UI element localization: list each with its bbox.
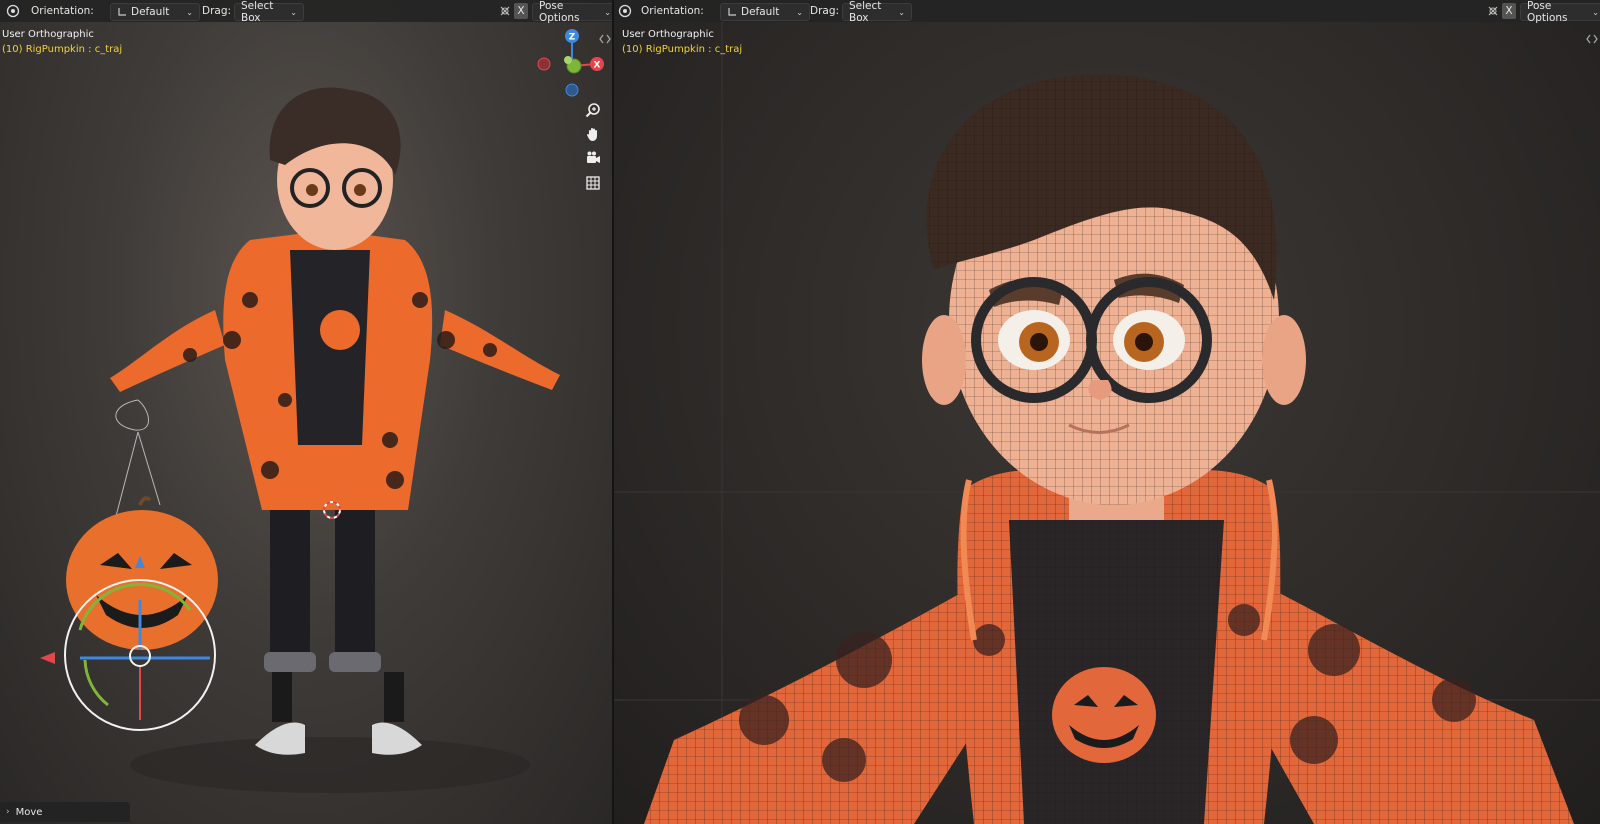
view-name-label: User Orthographic <box>2 29 94 40</box>
orientation-axes-icon <box>728 8 736 16</box>
drag-label: Drag: <box>810 5 840 17</box>
chevron-down-icon: ⌄ <box>898 7 905 17</box>
editor-type-icon[interactable] <box>618 3 632 19</box>
chevron-down-icon: ⌄ <box>290 7 297 17</box>
navigation-gizmo[interactable]: Z X <box>530 26 610 102</box>
drag-value: Select Box <box>849 0 882 24</box>
right-3d-viewport[interactable]: Orientation: Default ⌄ Drag: Select Box … <box>614 0 1600 824</box>
pose-options-dropdown[interactable]: Pose Options ⌄ <box>532 0 612 24</box>
drag-label: Drag: <box>202 5 232 17</box>
snap-icon[interactable] <box>1486 3 1500 19</box>
editor-type-icon[interactable] <box>6 3 20 19</box>
x-mirror-button[interactable]: X <box>514 3 528 19</box>
chevron-down-icon: ⌄ <box>1592 7 1599 17</box>
camera-view-icon[interactable] <box>583 148 603 168</box>
character-render-wireframe-closeup <box>614 0 1600 824</box>
pose-options-dropdown[interactable]: Pose Options ⌄ <box>1520 0 1600 24</box>
character-render-full-body <box>40 87 560 793</box>
viewport-header: Orientation: Default ⌄ Drag: Select Box … <box>614 0 1600 24</box>
drag-value: Select Box <box>241 0 274 24</box>
orientation-dropdown[interactable]: Default ⌄ <box>720 3 810 21</box>
orientation-label: Orientation: <box>31 5 94 17</box>
orientation-dropdown[interactable]: Default ⌄ <box>110 3 200 21</box>
area-split-icon[interactable] <box>1586 34 1598 44</box>
active-object-label: (10) RigPumpkin : c_traj <box>622 44 743 55</box>
chevron-down-icon: ⌄ <box>186 7 193 17</box>
orientation-value: Default <box>131 6 170 18</box>
gizmo-z-label: Z <box>569 33 576 43</box>
operator-name: Move <box>15 806 43 818</box>
pose-options-label: Pose Options <box>1527 0 1568 24</box>
active-object-label: (10) RigPumpkin : c_traj <box>2 44 123 55</box>
chevron-down-icon: ⌄ <box>604 7 611 17</box>
orientation-value: Default <box>741 6 780 18</box>
orientation-axes-icon <box>118 8 126 16</box>
viewport-header: Orientation: Default ⌄ Drag: Select Box … <box>0 0 612 24</box>
gizmo-x-label: X <box>594 61 601 71</box>
drag-dropdown[interactable]: Select Box ⌄ <box>234 0 304 24</box>
view-name-label: User Orthographic <box>622 29 714 40</box>
left-3d-viewport[interactable]: Orientation: Default ⌄ Drag: Select Box … <box>0 0 612 824</box>
pan-hand-icon[interactable] <box>583 124 603 144</box>
last-operator-panel[interactable]: › Move <box>0 802 130 822</box>
orientation-label: Orientation: <box>641 5 704 17</box>
drag-dropdown[interactable]: Select Box ⌄ <box>842 0 912 24</box>
area-split-icon[interactable] <box>599 34 611 44</box>
x-mirror-button[interactable]: X <box>1502 3 1516 19</box>
chevron-right-icon: › <box>6 807 10 817</box>
chevron-down-icon: ⌄ <box>796 7 803 17</box>
pose-options-label: Pose Options <box>539 0 580 24</box>
snap-icon[interactable] <box>498 3 512 19</box>
grid-perspective-icon[interactable] <box>583 173 603 193</box>
zoom-icon[interactable] <box>583 100 603 120</box>
